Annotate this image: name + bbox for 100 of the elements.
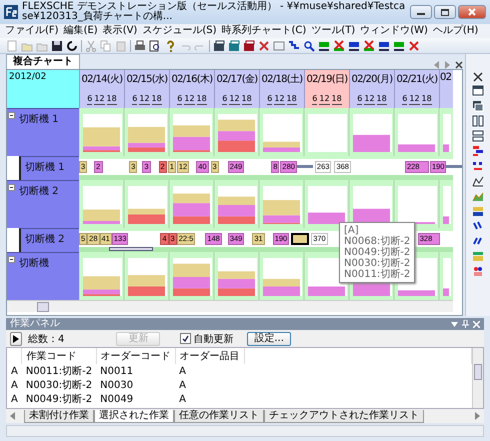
close-button[interactable] xyxy=(458,5,486,19)
delete-icon[interactable] xyxy=(408,40,420,52)
pin-icon[interactable] xyxy=(462,320,469,328)
column-header[interactable]: オーダーコード xyxy=(96,348,176,364)
hour-tick: 12 xyxy=(139,94,150,105)
hour-tick: 12 xyxy=(274,94,285,105)
delete-icon[interactable] xyxy=(258,40,270,52)
expander-icon[interactable] xyxy=(8,112,15,119)
load-bar xyxy=(353,134,390,152)
window-icon[interactable] xyxy=(213,40,225,52)
window-icon[interactable] xyxy=(228,40,240,52)
bar-icon[interactable] xyxy=(378,40,390,52)
close-icon[interactable] xyxy=(455,61,463,69)
check-icon xyxy=(182,335,190,342)
checkbox[interactable] xyxy=(180,333,192,344)
table-cell-text: N0030 xyxy=(99,378,134,392)
tooltip-line: N0011:切断-2 xyxy=(344,269,410,280)
checkbox-label: 自動更新 xyxy=(193,332,234,346)
panel-tab[interactable]: 未割付け作業 xyxy=(24,410,94,422)
load-bar xyxy=(218,140,255,152)
save-icon[interactable] xyxy=(51,40,63,52)
bar-icon[interactable] xyxy=(348,40,360,52)
horizontal-scrollbar[interactable] xyxy=(7,300,453,312)
menu-item[interactable]: ツール(T) xyxy=(310,25,356,37)
gantt-icon[interactable] xyxy=(472,160,484,172)
hour-tick: 6 xyxy=(132,94,138,105)
print-preview-icon[interactable] xyxy=(149,40,161,52)
help-icon[interactable] xyxy=(164,40,176,52)
hour-tick: 12 xyxy=(364,94,375,105)
column-header[interactable]: オーダー品目 xyxy=(175,348,244,364)
date-label: 02/15(水) xyxy=(126,72,168,86)
menu-item[interactable]: 表示(V) xyxy=(102,25,138,37)
row-marker: A xyxy=(10,392,19,406)
vertical-scrollbar[interactable] xyxy=(472,348,483,408)
hour-tick: 6 xyxy=(402,94,408,105)
rows-icon[interactable] xyxy=(472,130,484,142)
tooltip-line: N0049:切断-2 xyxy=(344,247,410,258)
menu-item[interactable]: ヘルプ(H) xyxy=(432,25,480,37)
hour-tick: 6 xyxy=(357,94,362,105)
column-header[interactable]: 作業コード xyxy=(22,348,96,364)
capacity-area xyxy=(308,114,347,152)
gantt-icon[interactable] xyxy=(472,145,484,157)
play-button[interactable] xyxy=(10,332,22,346)
menu-item[interactable]: スケジュール(S) xyxy=(141,25,218,37)
selected-task-outline xyxy=(291,233,310,245)
panel-tab[interactable]: 任意の作業リスト xyxy=(174,410,264,422)
date-label: 02/18(土) xyxy=(261,72,303,86)
scroll-left-icon[interactable] xyxy=(10,412,16,420)
expander-icon[interactable] xyxy=(8,256,15,263)
load-bar xyxy=(308,212,345,224)
close-icon xyxy=(468,8,476,16)
menu-item[interactable]: 編集(E) xyxy=(62,25,99,37)
columns-icon[interactable] xyxy=(472,115,484,127)
total-count: 総数：4 xyxy=(28,332,64,346)
menu-item[interactable]: ウィンドウ(W) xyxy=(359,25,429,37)
table-cell-text: A xyxy=(178,378,187,392)
load-bar xyxy=(173,194,210,204)
maximize-button[interactable] xyxy=(434,5,456,19)
settings-button[interactable]: 設定... xyxy=(247,332,291,346)
hour-tick: 12 xyxy=(409,94,420,105)
date-label: 02/16(木) xyxy=(171,72,213,86)
panel-tab[interactable]: チェックアウトされた作業リスト xyxy=(264,410,424,422)
bar-icon[interactable] xyxy=(318,40,330,52)
printer-icon[interactable] xyxy=(134,40,146,52)
toolbar-separator xyxy=(209,40,210,52)
tooltip-title: [A] xyxy=(344,225,360,236)
bar-delete-icon[interactable] xyxy=(333,40,345,52)
scroll-thumb[interactable] xyxy=(37,302,49,312)
line-chart-icon[interactable] xyxy=(472,175,484,187)
window-icon[interactable] xyxy=(243,40,255,52)
resource-name: 切断機 xyxy=(19,258,49,269)
search-icon[interactable] xyxy=(303,40,315,52)
close-icon[interactable] xyxy=(473,72,483,82)
load-bar xyxy=(218,196,255,205)
toolbar-separator xyxy=(81,40,82,52)
hour-tick: 12 xyxy=(94,94,105,105)
scroll-right-icon[interactable] xyxy=(474,412,480,420)
refresh-icon[interactable] xyxy=(66,40,78,52)
stacked-windows-icon[interactable] xyxy=(472,100,484,112)
expander-icon[interactable] xyxy=(8,184,15,191)
minimize-button[interactable] xyxy=(410,5,432,19)
tooltip-line: N0030:切断-2 xyxy=(344,258,410,269)
hour-tick: 18 xyxy=(196,94,207,105)
maximize-icon xyxy=(441,8,449,16)
window-icon[interactable] xyxy=(472,85,484,97)
month-header: 2012/02 xyxy=(7,70,79,108)
tooltip-line: N0068:切断-2 xyxy=(344,236,410,247)
menu-item[interactable]: ファイル(F) xyxy=(4,25,60,37)
table-cell: N0011 xyxy=(96,364,176,378)
bar-icon[interactable] xyxy=(393,40,405,52)
dropdown-icon[interactable] xyxy=(451,322,458,326)
resource-label: 切断機 2 xyxy=(19,228,79,252)
panel-tab[interactable]: 選択された作業 xyxy=(94,410,174,422)
date-label: 02/20(月) xyxy=(351,73,393,86)
bar-delete-icon[interactable] xyxy=(363,40,375,52)
menu-item[interactable]: 時系列チャート(C) xyxy=(220,25,308,37)
hour-tick: 18 xyxy=(286,94,297,105)
date-label: 02/21(火) xyxy=(396,72,438,86)
range-outline xyxy=(109,247,153,251)
document-tab[interactable]: 複合チャート xyxy=(6,54,80,69)
